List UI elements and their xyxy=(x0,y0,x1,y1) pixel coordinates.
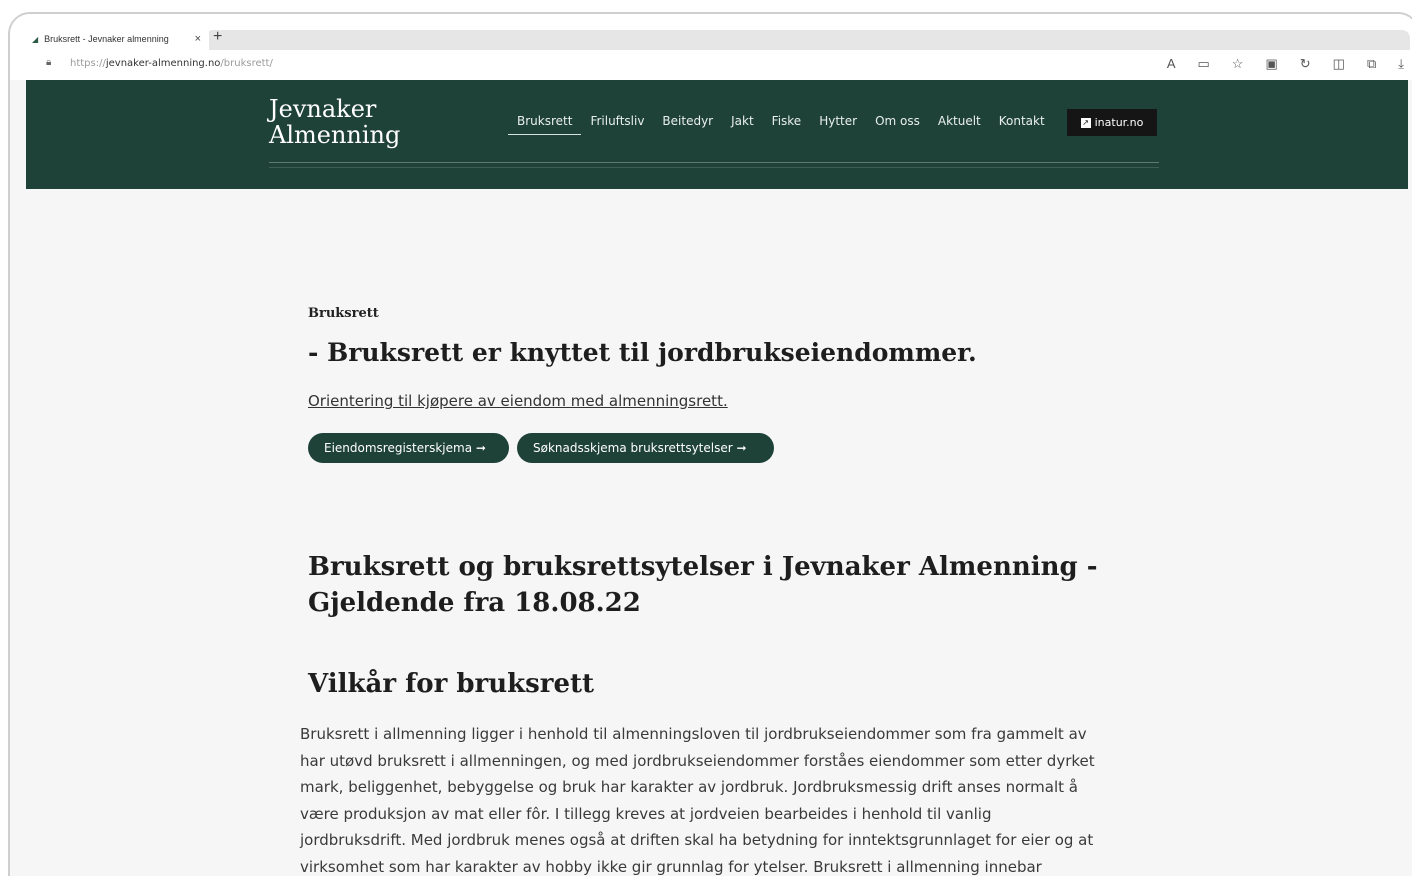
orientation-link[interactable]: Orientering til kjøpere av eiendom med a… xyxy=(308,392,728,410)
nav-item-aktuelt[interactable]: Aktuelt xyxy=(929,113,990,135)
tab-title: Bruksrett - Jevnaker almenning xyxy=(44,34,169,44)
header-divider xyxy=(269,162,1159,163)
main-nav: Bruksrett Friluftsliv Beitedyr Jakt Fisk… xyxy=(508,113,1054,135)
url-field[interactable]: https://jevnaker-almenning.no/bruksrett/ xyxy=(70,58,273,69)
collections-icon[interactable]: ⧉ xyxy=(1367,56,1376,72)
logo-line-2: Almenning xyxy=(269,121,401,149)
browser-window: ◢ Bruksrett - Jevnaker almenning × + 🔒︎ … xyxy=(8,12,1412,876)
site-favicon-icon: ◢ xyxy=(32,34,39,44)
page-eyebrow: Bruksrett xyxy=(308,306,379,321)
close-tab-icon[interactable]: × xyxy=(195,33,201,45)
application-form-button[interactable]: Søknadsskjema bruksrettsytelser ➞ xyxy=(517,433,774,463)
inatur-button[interactable]: ↗ inatur.no xyxy=(1067,109,1157,136)
refresh-extension-icon[interactable]: ↻ xyxy=(1300,56,1311,72)
url-scheme: https:// xyxy=(70,58,106,69)
section-heading: Bruksrett og bruksrettsytelser i Jevnake… xyxy=(308,552,1098,618)
tab-strip: ◢ Bruksrett - Jevnaker almenning × + xyxy=(10,14,1412,50)
nav-item-beitedyr[interactable]: Beitedyr xyxy=(653,113,722,135)
nav-item-kontakt[interactable]: Kontakt xyxy=(990,113,1054,135)
read-aloud-icon[interactable]: A xyxy=(1167,56,1176,72)
url-host: jevnaker-almenning.no xyxy=(105,58,221,69)
url-path: /bruksrett/ xyxy=(220,58,273,69)
inatur-label: inatur.no xyxy=(1094,116,1144,129)
site-logo[interactable]: Jevnaker Almenning xyxy=(269,96,400,148)
register-form-button[interactable]: Eiendomsregisterskjema ➞ xyxy=(308,433,509,463)
page-lead-heading: - Bruksrett er knyttet til jordbrukseien… xyxy=(308,338,977,367)
nav-item-fiske[interactable]: Fiske xyxy=(763,113,811,135)
nav-item-friluftsliv[interactable]: Friluftsliv xyxy=(581,113,653,135)
nav-item-om-oss[interactable]: Om oss xyxy=(866,113,929,135)
tab-strip-background xyxy=(205,30,1410,50)
site-header: Jevnaker Almenning Bruksrett Friluftsliv… xyxy=(26,80,1408,189)
external-link-icon: ↗ xyxy=(1080,117,1091,128)
lock-icon[interactable]: 🔒︎ xyxy=(46,57,51,68)
conditions-paragraph: Bruksrett i allmenning ligger i henhold … xyxy=(300,725,1095,876)
extension-icon[interactable]: ▣ xyxy=(1265,56,1277,72)
nav-item-hytter[interactable]: Hytter xyxy=(810,113,866,135)
nav-item-jakt[interactable]: Jakt xyxy=(722,113,763,135)
page-viewport: Jevnaker Almenning Bruksrett Friluftsliv… xyxy=(26,80,1408,876)
browser-toolbar: A ▭ ☆ ▣ ↻ ◫ ⧉ ⤓ xyxy=(1167,56,1404,72)
reader-view-icon[interactable]: ▭ xyxy=(1198,56,1210,72)
conditions-heading: Vilkår for bruksrett xyxy=(308,669,595,699)
download-icon[interactable]: ⤓ xyxy=(1398,56,1404,72)
header-divider-secondary xyxy=(269,167,1159,168)
nav-item-bruksrett[interactable]: Bruksrett xyxy=(508,113,582,135)
logo-line-1: Jevnaker xyxy=(269,95,377,123)
new-tab-button[interactable]: + xyxy=(213,28,222,46)
split-screen-icon[interactable]: ◫ xyxy=(1333,56,1345,72)
favorite-star-icon[interactable]: ☆ xyxy=(1232,56,1244,72)
browser-tab[interactable]: ◢ Bruksrett - Jevnaker almenning × xyxy=(24,28,209,50)
address-bar[interactable]: 🔒︎ https://jevnaker-almenning.no/bruksre… xyxy=(10,50,1412,80)
